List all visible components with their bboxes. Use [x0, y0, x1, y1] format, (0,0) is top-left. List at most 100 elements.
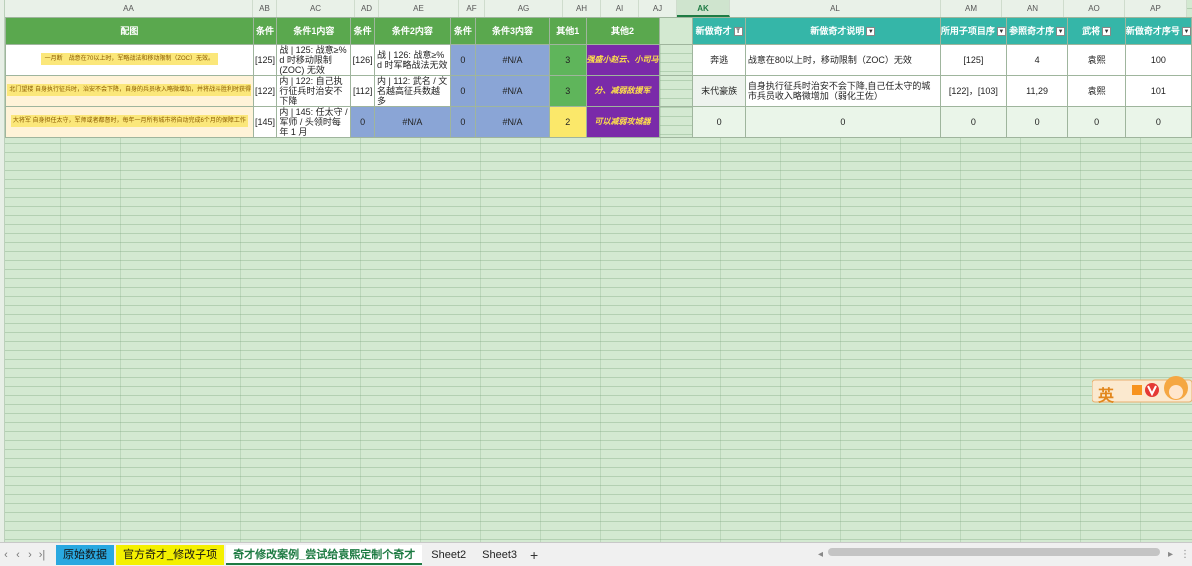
tab-talent-case[interactable]: 奇才修改案例_尝试给袁熙定制个奇才 — [226, 544, 423, 565]
tab-sheet3[interactable]: Sheet3 — [475, 545, 524, 565]
cell-AL[interactable]: 0 — [744, 106, 941, 138]
next-sheet-icon[interactable]: › — [24, 549, 36, 561]
cell-AN[interactable]: 4 — [1005, 44, 1069, 76]
header-cell-AH[interactable]: 其他1 — [549, 17, 587, 45]
header-cell-AK[interactable]: 新做奇才 T — [692, 17, 746, 45]
cell-AI[interactable]: 强盛小赵云、小司马 — [585, 44, 660, 76]
col-AK[interactable]: AK — [677, 0, 730, 17]
cell-AO[interactable]: 袁熙 — [1067, 75, 1126, 107]
col-AB[interactable]: AB — [253, 0, 277, 17]
scroll-left-icon[interactable]: ◂ — [818, 549, 823, 560]
header-cell-AC[interactable]: 条件1内容 — [276, 17, 352, 45]
prev-sheet-icon[interactable]: ‹ — [12, 549, 24, 561]
cell-AC[interactable]: 内 | 122: 自己执行征兵时治安不下降 — [276, 75, 352, 107]
cell-AG[interactable]: #N/A — [475, 75, 551, 107]
horizontal-scrollbar[interactable] — [828, 548, 1160, 556]
tab-official-talent[interactable]: 官方奇才_修改子项 — [116, 544, 225, 565]
floating-mascot-sticker[interactable]: 英 — [1091, 372, 1192, 406]
cell-AP[interactable]: 101 — [1124, 75, 1192, 107]
scroll-right-icon[interactable]: ▸ — [1168, 549, 1173, 560]
cell-AE[interactable]: 内 | 112: 武名 / 文名越高征兵数越多 — [374, 75, 451, 107]
tab-original-data[interactable]: 原始数据 — [56, 544, 114, 565]
col-AP[interactable]: AP — [1125, 0, 1187, 17]
col-AL[interactable]: AL — [730, 0, 941, 17]
col-AN[interactable]: AN — [1002, 0, 1064, 17]
image-cell[interactable]: 大将军 自身担任太守，军师或者都督时，每年一月所有城市将自动完成6个月的保障工作 — [5, 106, 254, 138]
col-AM[interactable]: AM — [941, 0, 1002, 17]
empty-cell-AJ[interactable] — [658, 17, 694, 45]
cell-AL[interactable]: 自身执行征兵时治安不会下降,自己任太守的城市兵员收入略微增加（弱化王佐） — [744, 75, 941, 107]
more-options-icon[interactable]: ⋮ — [1180, 549, 1190, 560]
cell-AB[interactable]: [145] — [252, 106, 278, 138]
col-AI[interactable]: AI — [601, 0, 639, 17]
filter-dropdown-icon[interactable]: ▼ — [1181, 27, 1191, 37]
col-AO[interactable]: AO — [1064, 0, 1125, 17]
cell-AD[interactable]: [112] — [350, 75, 376, 107]
cell-AF[interactable]: 0 — [449, 75, 477, 107]
header-cell-AE[interactable]: 条件2内容 — [374, 17, 451, 45]
cell-AH[interactable]: 2 — [549, 106, 587, 138]
cell-AM[interactable]: [125] — [939, 44, 1007, 76]
header-cell-AP[interactable]: 新做奇才序号 ▼ — [1124, 17, 1192, 45]
image-cell[interactable]: 一月断 战意在70以上时，军略战法和移动限制（ZOC）无效。 — [5, 44, 254, 76]
cell-AE[interactable]: 战 | 126: 战意≥% d 时军略战法无效 — [374, 44, 451, 76]
cell-AC[interactable]: 战 | 125: 战意≥% d 时移动限制 (ZOC) 无效 — [276, 44, 352, 76]
cell-AD[interactable]: [126] — [350, 44, 376, 76]
last-sheet-icon[interactable]: ›| — [36, 549, 48, 561]
image-cell[interactable]: 北门望楼 自身执行征兵时，治安不会下降，自身的兵员收入略微增加，并将战斗胜利时获… — [5, 75, 254, 107]
cell-AN[interactable]: 0 — [1005, 106, 1069, 138]
cell-AF[interactable]: 0 — [449, 106, 477, 138]
filter-dropdown-icon[interactable]: ▼ — [1056, 27, 1066, 37]
cell-AH[interactable]: 3 — [549, 75, 587, 107]
col-AJ[interactable]: AJ — [639, 0, 677, 17]
add-sheet-button[interactable]: + — [530, 547, 538, 563]
cell-AL[interactable]: 战意在80以上时，移动限制（ZOC）无效 — [744, 44, 941, 76]
col-AA[interactable]: AA — [5, 0, 253, 17]
col-AD[interactable]: AD — [355, 0, 379, 17]
cell-AI[interactable]: 可以减弱攻城器 — [585, 106, 660, 138]
col-AF[interactable]: AF — [459, 0, 485, 17]
spreadsheet-grid[interactable]: AA AB AC AD AE AF AG AH AI AJ AK AL AM A… — [0, 0, 1192, 542]
cell-AI[interactable]: 分、减弱敌援军 — [585, 75, 660, 107]
cell-AB[interactable]: [125] — [252, 44, 278, 76]
cell-AH[interactable]: 3 — [549, 44, 587, 76]
cell-AM[interactable]: 0 — [939, 106, 1007, 138]
cell-AF[interactable]: 0 — [449, 44, 477, 76]
cell-AC[interactable]: 内 | 145: 任太守 / 军师 / 头领时每年 1 月 — [276, 106, 352, 138]
header-cell-AI[interactable]: 其他2 — [585, 17, 660, 45]
cell-AJ[interactable] — [658, 44, 694, 76]
filter-dropdown-icon[interactable]: ▼ — [866, 27, 876, 37]
header-cell-AA[interactable]: 配图 — [5, 17, 254, 45]
cell-AJ[interactable] — [658, 106, 694, 138]
cell-AN[interactable]: 11,29 — [1005, 75, 1069, 107]
header-cell-AF[interactable]: 条件 — [449, 17, 477, 45]
cell-AK[interactable]: 末代豪族 — [692, 75, 746, 107]
filter-dropdown-icon[interactable]: ▼ — [996, 27, 1006, 37]
header-cell-AD[interactable]: 条件 — [350, 17, 376, 45]
header-cell-AB[interactable]: 条件 — [252, 17, 278, 45]
cell-AE[interactable]: #N/A — [374, 106, 451, 138]
filter-dropdown-icon[interactable]: ▼ — [1102, 27, 1112, 37]
col-AH[interactable]: AH — [563, 0, 601, 17]
cell-AD[interactable]: 0 — [350, 106, 376, 138]
cell-AP[interactable]: 0 — [1124, 106, 1192, 138]
cell-AJ[interactable] — [658, 75, 694, 107]
header-cell-AL[interactable]: 新做奇才说明 ▼ — [744, 17, 941, 45]
col-AE[interactable]: AE — [379, 0, 459, 17]
col-AC[interactable]: AC — [277, 0, 355, 17]
cell-AK[interactable]: 奔逃 — [692, 44, 746, 76]
cell-AK[interactable]: 0 — [692, 106, 746, 138]
cell-AO[interactable]: 袁熙 — [1067, 44, 1126, 76]
header-cell-AG[interactable]: 条件3内容 — [475, 17, 551, 45]
cell-AO[interactable]: 0 — [1067, 106, 1126, 138]
cell-AB[interactable]: [122] — [252, 75, 278, 107]
header-cell-AO[interactable]: 武将 ▼ — [1067, 17, 1126, 45]
header-cell-AM[interactable]: 所用子项目序 ▼ — [939, 17, 1007, 45]
cell-AG[interactable]: #N/A — [475, 44, 551, 76]
tab-sheet2[interactable]: Sheet2 — [424, 545, 473, 565]
first-sheet-icon[interactable]: ‹ — [0, 549, 12, 561]
cell-AM[interactable]: [122]，[103] — [939, 75, 1007, 107]
col-AG[interactable]: AG — [485, 0, 563, 17]
cell-AP[interactable]: 100 — [1124, 44, 1192, 76]
cell-AG[interactable]: #N/A — [475, 106, 551, 138]
